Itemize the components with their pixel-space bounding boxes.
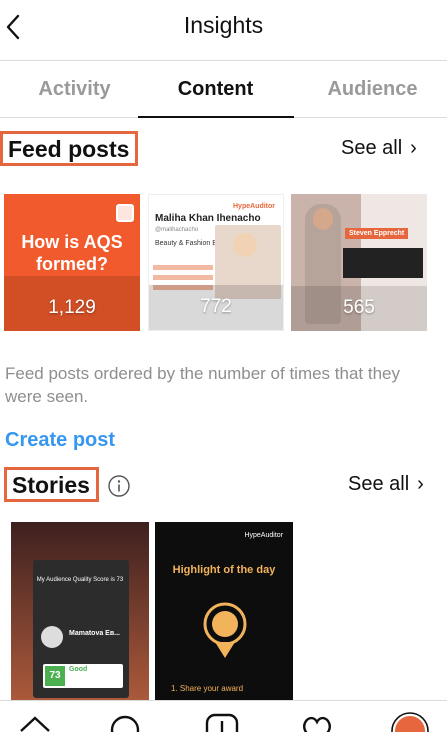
story-headline: Highlight of the day [172,564,276,576]
active-tab-indicator [138,116,294,118]
see-all-label: See all [348,473,410,495]
add-icon[interactable] [205,713,239,732]
brand-label: HypeAuditor [244,532,283,539]
story-user-name: Мamatova Ев... [69,630,120,637]
post-view-count: 565 [343,297,375,318]
award-badge-icon [203,602,247,658]
brand-label: HypeAuditor [233,203,275,210]
stories-title: Stories [4,467,99,502]
profile-icon[interactable] [390,711,430,732]
story-thumbnail[interactable]: My Audience Quality Score is 73 Мamatova… [11,522,149,704]
see-all-label: See all [341,137,403,159]
tab-audience[interactable]: Audience [298,61,447,117]
score-label: Good [69,666,88,673]
stories-see-all-link[interactable]: See all › [348,473,424,496]
story-step-text: 1. Share your award [171,684,244,693]
post-view-count: 772 [200,296,232,317]
score-value: 73 [45,666,65,686]
quote-text-block [343,248,423,278]
tab-content[interactable]: Content [141,61,290,117]
post-view-count: 1,129 [48,297,96,318]
info-icon[interactable] [108,475,130,497]
feed-post-thumbnail[interactable]: Steven Epprecht 565 [291,194,427,331]
header: Insights [0,0,447,56]
tab-bar: Activity Content Audience [0,60,447,118]
avatar [41,626,63,648]
decorative-stripe [153,275,213,280]
chevron-right-icon: › [417,473,424,495]
tab-activity[interactable]: Activity [0,61,149,117]
name-tag: Steven Epprecht [345,228,409,239]
search-icon[interactable] [108,713,142,732]
story-text: My Audience Quality Score is 73 [36,577,124,583]
heart-icon[interactable] [300,713,334,732]
feed-posts-title: Feed posts [0,131,139,166]
person-head [313,208,333,230]
bottom-nav [0,700,447,732]
feed-see-all-link[interactable]: See all › [341,137,417,160]
page-title: Insights [183,12,264,38]
feed-post-thumbnail[interactable]: HypeAuditor Maliha Khan Ihenacho @maliha… [148,194,284,331]
chevron-right-icon: › [410,137,417,159]
post-title: How is AQS formed? [21,232,123,274]
multi-photo-icon [116,204,134,222]
blogger-handle: @malihachacho [155,227,199,233]
feed-caption: Feed posts ordered by the number of time… [5,364,400,406]
decorative-stripe [153,265,213,270]
score-badge: 73 Good [43,664,123,688]
feed-post-thumbnail[interactable]: How is AQS formed? 1,129 [4,194,140,331]
blogger-name: Maliha Khan Ihenacho [155,213,261,224]
create-post-link[interactable]: Create post [5,429,115,452]
story-thumbnail[interactable]: HypeAuditor Highlight of the day 1. Shar… [155,522,293,704]
home-icon[interactable] [18,713,52,732]
